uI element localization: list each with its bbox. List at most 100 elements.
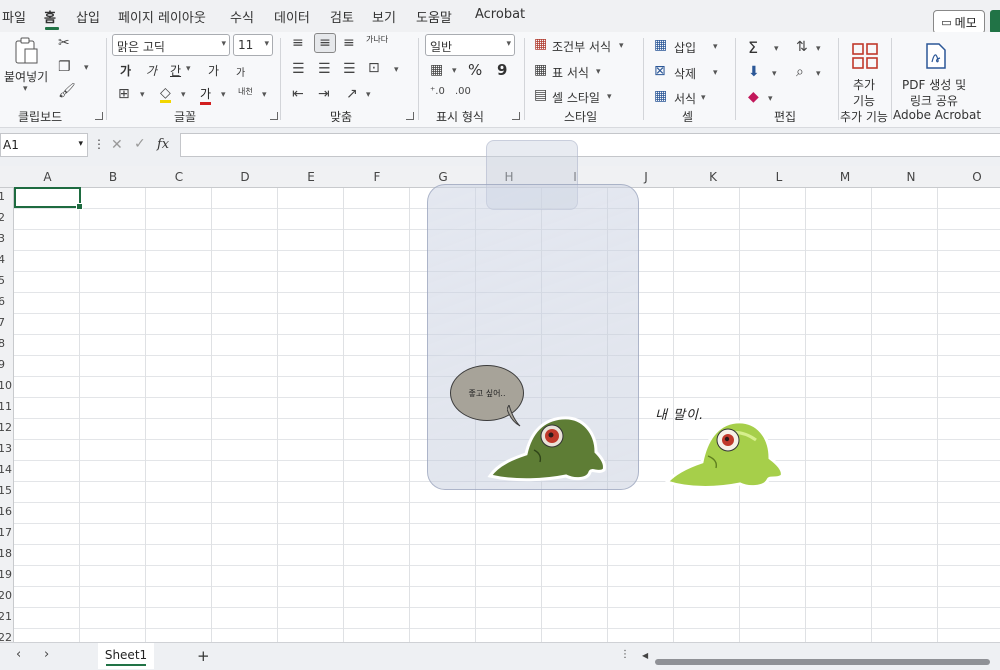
column-header[interactable]: A xyxy=(14,170,81,184)
menu-formulas[interactable]: 수식 xyxy=(230,7,254,26)
row-header[interactable]: 14 xyxy=(0,463,12,476)
grow-font-button[interactable]: 가 xyxy=(208,62,219,79)
chevron-down-icon[interactable]: ▾ xyxy=(701,93,706,103)
font-launcher-icon[interactable] xyxy=(270,112,278,120)
menu-page-layout[interactable]: 페이지 레이아웃 xyxy=(118,7,206,26)
row-header[interactable]: 12 xyxy=(0,421,12,434)
increase-decimal-icon[interactable]: ⁺.0 xyxy=(430,87,445,97)
format-painter-icon[interactable]: 🖌 xyxy=(58,84,76,98)
chevron-down-icon[interactable]: ▾ xyxy=(774,44,779,54)
row-header[interactable]: 17 xyxy=(0,526,12,539)
align-center-icon[interactable]: ☰ xyxy=(318,62,331,76)
number-launcher-icon[interactable] xyxy=(512,112,520,120)
column-header[interactable]: C xyxy=(146,170,212,184)
row-header[interactable]: 16 xyxy=(0,505,12,518)
scroll-left-icon[interactable]: ◀ xyxy=(642,652,648,660)
acrobat-pdf-icon[interactable] xyxy=(924,42,948,70)
border-icon[interactable]: ⊞ xyxy=(118,87,130,101)
column-header[interactable]: B xyxy=(80,170,146,184)
shrink-font-button[interactable]: 가 xyxy=(236,64,245,79)
column-header[interactable]: D xyxy=(212,170,278,184)
chevron-down-icon[interactable]: ▾ xyxy=(394,65,399,75)
row-header[interactable]: 18 xyxy=(0,547,12,560)
wrap-text-button[interactable]: 가나다 xyxy=(366,35,388,44)
selected-cell-a1[interactable] xyxy=(14,187,83,210)
increase-indent-icon[interactable]: ⇥ xyxy=(318,87,330,101)
row-header[interactable]: 1 xyxy=(0,190,5,203)
insert-cells-button[interactable]: 삽입 xyxy=(674,39,696,56)
addins-icon[interactable] xyxy=(851,42,879,70)
find-select-icon[interactable]: ⌕ xyxy=(796,65,804,79)
chevron-down-icon[interactable]: ▾ xyxy=(713,42,718,52)
row-header[interactable]: 9 xyxy=(0,358,5,371)
memo-button[interactable]: ▭ 메모 xyxy=(933,10,985,34)
clear-icon[interactable]: ◆ xyxy=(748,90,759,104)
chevron-down-icon[interactable]: ▾ xyxy=(84,63,89,73)
row-header[interactable]: 11 xyxy=(0,400,12,413)
cancel-icon[interactable]: ✕ xyxy=(111,138,123,152)
chevron-down-icon[interactable]: ▾ xyxy=(772,69,777,79)
phonetic-button[interactable]: 내천 xyxy=(238,86,253,97)
more-options-icon[interactable]: ⋮ xyxy=(620,650,630,660)
delete-cells-button[interactable]: 삭제 xyxy=(674,65,696,82)
menu-home[interactable]: 홈 xyxy=(44,7,56,26)
name-box[interactable]: A1 ▾ xyxy=(0,133,88,157)
row-header[interactable]: 22 xyxy=(0,631,12,642)
comma-button[interactable]: 9 xyxy=(497,61,507,79)
fill-icon[interactable]: ⬇ xyxy=(748,65,760,79)
column-header[interactable]: F xyxy=(344,170,410,184)
chevron-down-icon[interactable]: ▾ xyxy=(768,94,773,104)
chevron-down-icon[interactable]: ▾ xyxy=(186,64,191,74)
merge-center-icon[interactable]: ⊡ xyxy=(368,61,380,75)
paste-label[interactable]: 붙여넣기 xyxy=(4,68,48,85)
align-bottom-icon[interactable]: ≡ xyxy=(343,36,355,50)
row-header[interactable]: 6 xyxy=(0,295,5,308)
chevron-right-icon[interactable]: › xyxy=(44,648,49,661)
menu-insert[interactable]: 삽입 xyxy=(76,7,100,26)
chevron-down-icon[interactable]: ▾ xyxy=(596,67,601,77)
orientation-icon[interactable]: ↗ xyxy=(346,87,358,101)
column-header[interactable]: L xyxy=(746,170,812,184)
cell-styles-button[interactable]: 셀 스타일 xyxy=(552,89,600,106)
chevron-down-icon[interactable]: ▾ xyxy=(619,41,624,51)
row-header[interactable]: 19 xyxy=(0,568,12,581)
row-header[interactable]: 5 xyxy=(0,274,5,287)
sheet-tab-sheet1[interactable]: Sheet1 xyxy=(98,643,154,669)
column-header[interactable]: O xyxy=(944,170,1000,184)
menu-review[interactable]: 검토 xyxy=(330,7,354,26)
bold-button[interactable]: 가 xyxy=(120,62,131,79)
menu-help[interactable]: 도움말 xyxy=(416,7,452,26)
clipboard-launcher-icon[interactable] xyxy=(95,112,103,120)
row-header[interactable]: 8 xyxy=(0,337,5,350)
alignment-launcher-icon[interactable] xyxy=(406,112,414,120)
column-header[interactable]: N xyxy=(878,170,944,184)
chevron-down-icon[interactable]: ▾ xyxy=(181,90,186,100)
number-format-select[interactable]: 일반 ▾ xyxy=(425,34,515,56)
decrease-indent-icon[interactable]: ⇤ xyxy=(292,87,304,101)
chevron-down-icon[interactable]: ▾ xyxy=(816,69,821,79)
chevron-down-icon[interactable]: ▾ xyxy=(23,84,28,94)
chevron-down-icon[interactable]: ▾ xyxy=(140,90,145,100)
column-header[interactable]: K xyxy=(680,170,746,184)
align-middle-icon[interactable]: ≡ xyxy=(314,33,336,53)
column-header[interactable]: M xyxy=(812,170,878,184)
horizontal-scrollbar[interactable] xyxy=(655,659,990,665)
align-top-icon[interactable]: ≡ xyxy=(292,36,304,50)
font-size-select[interactable]: 11 ▾ xyxy=(233,34,273,56)
addins-label-2[interactable]: 기능 xyxy=(853,92,875,109)
chevron-down-icon[interactable]: ▾ xyxy=(816,44,821,54)
autosum-button[interactable]: Σ xyxy=(748,38,758,57)
row-header[interactable]: 20 xyxy=(0,589,12,602)
row-header[interactable]: 13 xyxy=(0,442,12,455)
chevron-down-icon[interactable]: ▾ xyxy=(607,92,612,102)
insert-function-button[interactable]: fx xyxy=(157,137,169,152)
column-header[interactable]: J xyxy=(608,170,684,184)
paste-icon[interactable] xyxy=(14,36,40,66)
font-name-select[interactable]: 맑은 고딕 ▾ xyxy=(112,34,230,56)
fill-color-icon[interactable]: ◇ xyxy=(160,86,171,103)
column-header[interactable]: E xyxy=(278,170,344,184)
row-header[interactable]: 10 xyxy=(0,379,12,392)
menu-acrobat[interactable]: Acrobat xyxy=(475,7,525,22)
chevron-down-icon[interactable]: ▾ xyxy=(366,90,371,100)
format-as-table-button[interactable]: 표 서식 xyxy=(552,64,589,81)
